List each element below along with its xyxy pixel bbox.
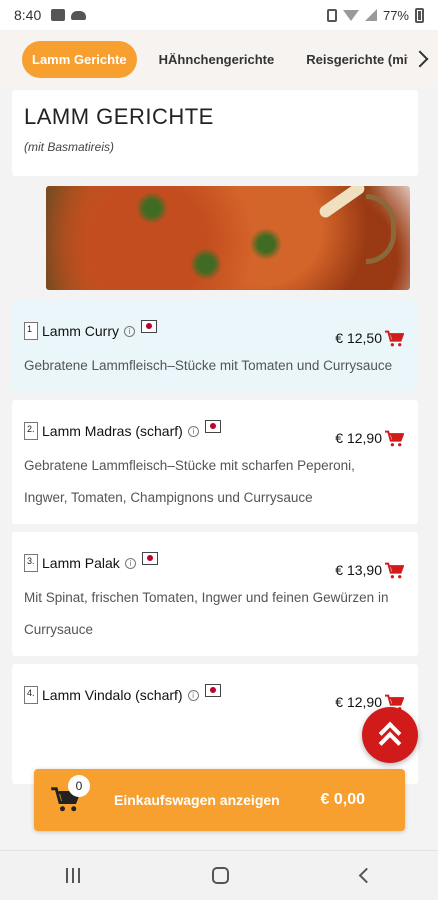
- info-icon[interactable]: i: [187, 425, 199, 437]
- tab-haehnchengerichte[interactable]: HÄhnchengerichte: [149, 41, 285, 78]
- menu-content: LAMM GERICHTE (mit Basmatireis) 1 Lamm C…: [12, 90, 418, 792]
- system-nav-bar: [0, 850, 438, 900]
- cart-total: € 0,00: [320, 791, 365, 808]
- tab-lamm-gerichte[interactable]: Lamm Gerichte: [22, 40, 137, 78]
- battery-icon: [415, 7, 424, 23]
- tabs-scroll-right-button[interactable]: [408, 30, 438, 88]
- info-icon[interactable]: i: [124, 557, 136, 569]
- allergen-flag-icon: [141, 319, 158, 333]
- view-cart-button[interactable]: 0 Einkaufswagen anzeigen € 0,00: [34, 769, 405, 831]
- item-description: Gebratene Lammfleisch–Stücke mit Tomaten…: [24, 358, 393, 373]
- tab-reisgerichte[interactable]: Reisgerichte (mit: [296, 41, 421, 78]
- item-description: Mit Spinat, frischen Tomaten, Ingwer und…: [24, 590, 389, 637]
- signal-icon: [364, 9, 377, 21]
- scroll-to-top-button[interactable]: [362, 707, 418, 763]
- menu-item[interactable]: 1 Lamm Curry i € 12,50 Gebratene Lammfle…: [12, 300, 418, 392]
- add-to-cart-icon[interactable]: [384, 562, 404, 580]
- back-button[interactable]: [358, 867, 375, 884]
- item-name: Lamm Madras (scharf): [42, 423, 183, 439]
- info-icon[interactable]: i: [187, 689, 199, 701]
- section-title: LAMM GERICHTE: [24, 104, 214, 129]
- home-button[interactable]: [212, 867, 229, 884]
- recents-button[interactable]: [66, 868, 80, 883]
- cart-count-badge: 0: [68, 775, 90, 797]
- allergen-flag-icon: [204, 419, 221, 433]
- item-number: 4.: [24, 686, 38, 704]
- item-number: 3.: [24, 554, 38, 572]
- status-bar: 8:40 77%: [0, 0, 438, 30]
- cart-label: Einkaufswagen anzeigen: [114, 792, 280, 808]
- item-number: 1: [24, 322, 38, 340]
- item-price: € 12,90: [335, 430, 382, 446]
- section-hero-image: [46, 186, 410, 290]
- item-price: € 12,50: [335, 330, 382, 346]
- item-name: Lamm Vindalo (scharf): [42, 687, 183, 703]
- menu-items-list: 1 Lamm Curry i € 12,50 Gebratene Lammfle…: [12, 300, 418, 784]
- item-description: Gebratene Lammfleisch–Stücke mit scharfe…: [24, 458, 355, 505]
- allergen-flag-icon: [141, 551, 158, 565]
- item-price: € 12,90: [335, 694, 382, 710]
- menu-item[interactable]: 2. Lamm Madras (scharf) i € 12,90 Gebrat…: [12, 400, 418, 524]
- allergen-flag-icon: [204, 683, 221, 697]
- item-number: 2.: [24, 422, 38, 440]
- wifi-icon: [342, 9, 359, 21]
- item-name: Lamm Curry: [42, 323, 120, 339]
- item-name: Lamm Palak: [42, 555, 120, 571]
- add-to-cart-icon[interactable]: [384, 330, 404, 348]
- menu-item[interactable]: 3. Lamm Palak i € 13,90 Mit Spinat, fris…: [12, 532, 418, 656]
- battery-percent: 77%: [382, 7, 409, 23]
- category-tabs: Lamm Gerichte HÄhnchengerichte Reisgeric…: [0, 30, 438, 88]
- menu-item[interactable]: 4. Lamm Vindalo (scharf) i € 12,90: [12, 664, 418, 784]
- mute-icon: [326, 8, 337, 22]
- image-icon: [51, 9, 66, 21]
- chevron-right-icon: [411, 50, 429, 68]
- section-subtitle: (mit Basmatireis): [24, 140, 115, 154]
- cloud-icon: [71, 10, 87, 20]
- add-to-cart-icon[interactable]: [384, 430, 404, 448]
- section-header: LAMM GERICHTE (mit Basmatireis): [12, 90, 418, 176]
- status-time: 8:40: [14, 7, 42, 23]
- info-icon[interactable]: i: [124, 325, 136, 337]
- item-price: € 13,90: [335, 562, 382, 578]
